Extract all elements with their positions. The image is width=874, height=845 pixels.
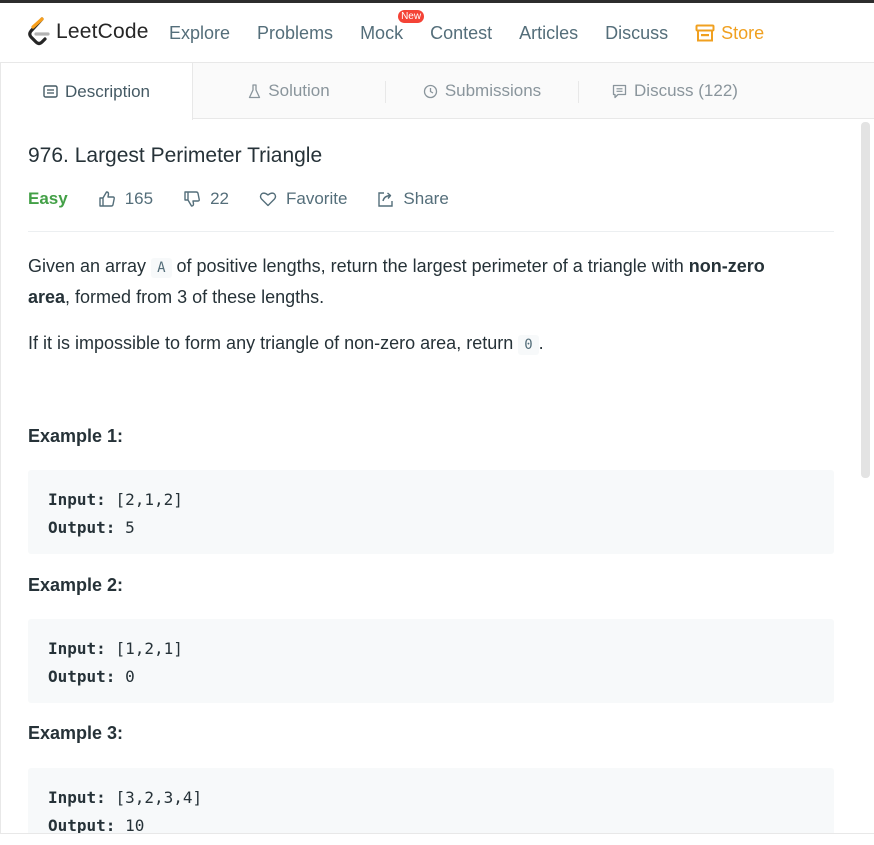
example-input-line: Input: [1,2,1] bbox=[48, 635, 814, 663]
output-label: Output: bbox=[48, 667, 116, 686]
example-output-line: Output: 0 bbox=[48, 663, 814, 691]
leetcode-logo-icon bbox=[28, 17, 50, 46]
nav-articles[interactable]: Articles bbox=[519, 23, 578, 44]
example-title: Example 3: bbox=[28, 723, 124, 743]
description-text: Given an array bbox=[28, 256, 152, 276]
logo[interactable]: LeetCode bbox=[27, 17, 149, 47]
thumbs-up-icon bbox=[99, 191, 115, 207]
dislike-count: 22 bbox=[210, 189, 229, 208]
problem-description-panel: 976. Largest Perimeter Triangle Easy 165… bbox=[0, 119, 874, 834]
nav-contest[interactable]: Contest bbox=[430, 23, 492, 44]
description-text: . bbox=[538, 333, 544, 353]
heart-icon bbox=[259, 192, 277, 207]
tab-submissions[interactable]: Submissions bbox=[386, 63, 578, 119]
top-navbar: LeetCode Explore Problems Mock New Conte… bbox=[0, 3, 874, 63]
tab-description[interactable]: Description bbox=[0, 63, 193, 120]
difficulty-badge: Easy bbox=[28, 189, 68, 208]
tab-discuss[interactable]: Discuss (122) bbox=[579, 63, 771, 119]
inline-code: A bbox=[151, 258, 172, 278]
input-label: Input: bbox=[48, 490, 106, 509]
problem-meta: Easy 165 22 Favorite Share bbox=[28, 187, 479, 211]
description-icon bbox=[43, 85, 58, 98]
description-text: , formed from 3 of these lengths. bbox=[65, 287, 325, 307]
problem-title: 976. Largest Perimeter Triangle bbox=[28, 144, 323, 167]
share-button[interactable]: Share bbox=[377, 189, 449, 209]
description-paragraph-1: Given an array A of positive lengths, re… bbox=[28, 252, 834, 312]
example-input-line: Input: [2,1,2] bbox=[48, 486, 814, 514]
nav-store-label: Store bbox=[721, 22, 765, 43]
clock-icon bbox=[423, 84, 437, 98]
nav-explore[interactable]: Explore bbox=[169, 23, 230, 44]
dislike-button[interactable]: 22 bbox=[183, 189, 229, 209]
output-value: 5 bbox=[125, 518, 135, 537]
comment-icon bbox=[612, 84, 627, 98]
example-box: Input: [2,1,2] Output: 5 bbox=[28, 470, 834, 554]
tab-description-label: Description bbox=[64, 81, 151, 101]
like-count: 165 bbox=[124, 189, 154, 208]
favorite-label: Favorite bbox=[286, 189, 348, 208]
tab-discuss-label: Discuss (122) bbox=[634, 81, 738, 100]
problem-tabs: Description Solution Submissions Discuss… bbox=[0, 63, 874, 120]
example-output-line: Output: 5 bbox=[48, 514, 814, 542]
input-label: Input: bbox=[48, 639, 106, 658]
input-value: [2,1,2] bbox=[115, 490, 183, 509]
nav-store[interactable]: Store bbox=[695, 23, 764, 44]
bold-text: area bbox=[28, 287, 66, 307]
nav-mock[interactable]: Mock New bbox=[360, 9, 425, 44]
input-value: [3,2,3,4] bbox=[115, 788, 203, 807]
description-paragraph-2: If it is impossible to form any triangle… bbox=[28, 329, 834, 360]
tab-solution[interactable]: Solution bbox=[193, 63, 385, 119]
example-box: Input: [1,2,1] Output: 0 bbox=[28, 619, 834, 703]
favorite-button[interactable]: Favorite bbox=[259, 189, 347, 209]
panel-bottom-border bbox=[0, 833, 874, 834]
description-text: If it is impossible to form any triangle… bbox=[28, 333, 519, 353]
input-value: [1,2,1] bbox=[115, 639, 183, 658]
meta-divider bbox=[28, 231, 834, 232]
new-badge: New bbox=[398, 9, 425, 23]
example-input-line: Input: [3,2,3,4] bbox=[48, 784, 814, 812]
example-box: Input: [3,2,3,4] Output: 10 bbox=[28, 768, 834, 834]
thumbs-down-icon bbox=[184, 191, 201, 207]
store-icon bbox=[695, 24, 715, 42]
output-label: Output: bbox=[48, 816, 116, 834]
output-label: Output: bbox=[48, 518, 116, 537]
bold-text: non-zero bbox=[688, 256, 765, 276]
example-output-line: Output: 10 bbox=[48, 812, 814, 834]
nav-problems[interactable]: Problems bbox=[257, 23, 333, 44]
nav-mock-label: Mock bbox=[360, 22, 404, 43]
nav-discuss[interactable]: Discuss bbox=[605, 23, 668, 44]
share-label: Share bbox=[403, 189, 449, 208]
like-button[interactable]: 165 bbox=[98, 189, 153, 209]
description-text: of positive lengths, return the largest … bbox=[171, 256, 689, 276]
example-title: Example 2: bbox=[28, 575, 124, 595]
logo-text: LeetCode bbox=[56, 20, 149, 43]
inline-code: 0 bbox=[518, 335, 539, 355]
tab-submissions-label: Submissions bbox=[444, 81, 542, 100]
example-title: Example 1: bbox=[28, 426, 124, 446]
input-label: Input: bbox=[48, 788, 106, 807]
output-value: 0 bbox=[125, 667, 135, 686]
share-icon bbox=[378, 191, 394, 207]
scrollbar-thumb[interactable] bbox=[861, 122, 870, 478]
tab-solution-label: Solution bbox=[268, 81, 330, 100]
nav-menu: Explore Problems Mock New Contest Articl… bbox=[169, 3, 791, 63]
flask-icon bbox=[249, 83, 261, 98]
output-value: 10 bbox=[125, 816, 145, 834]
